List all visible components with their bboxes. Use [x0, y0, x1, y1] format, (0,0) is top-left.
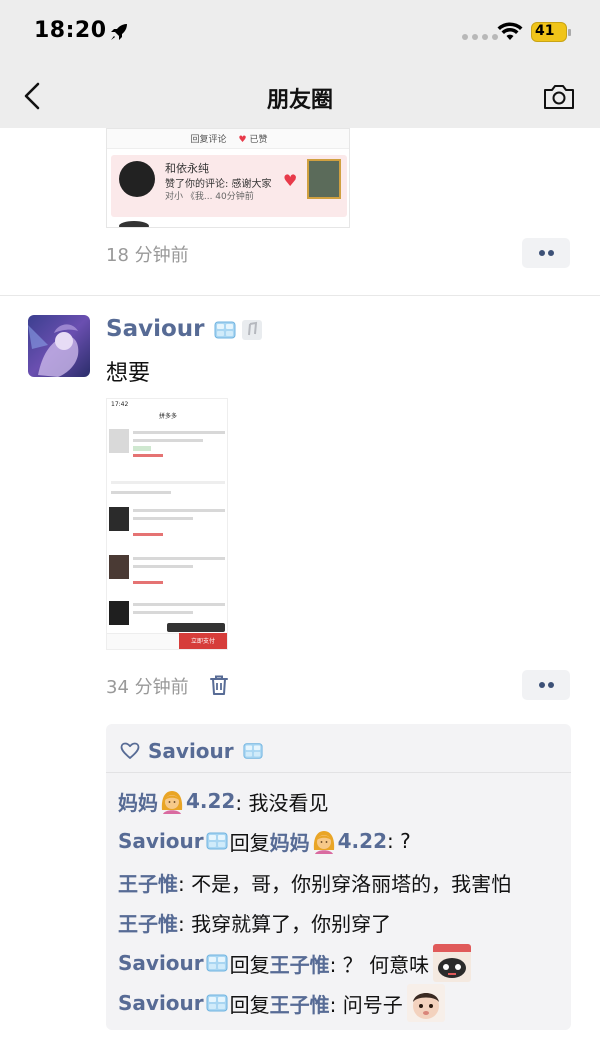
heart-outline-icon [120, 742, 140, 759]
image-text-line [133, 517, 193, 520]
image-status-row: 17:42 [111, 401, 129, 408]
image-tooltip [167, 623, 225, 632]
comment-text: : ？ 何意味 [329, 952, 430, 977]
image-text-line [111, 491, 171, 494]
comment-item[interactable]: 王子惟 : 不是，哥，你别穿洛丽塔的，我害怕 [118, 867, 511, 897]
comment-text: : 我穿就算了，你别穿了 [178, 911, 392, 936]
image-text-line [133, 603, 225, 606]
image-text-line [133, 611, 193, 614]
post-time: 34 分钟前 [106, 677, 189, 698]
comment-text: : 不是，哥，你别穿洛丽塔的，我害怕 [178, 871, 512, 896]
like-user-name[interactable]: Saviour [148, 739, 234, 763]
ice-cube-icon [206, 832, 228, 850]
reply-word: 回复 [229, 952, 270, 977]
wifi-icon [497, 22, 523, 40]
comment-text: : ? [387, 829, 411, 853]
image-divider [111, 481, 225, 484]
likes-divider [106, 772, 571, 773]
battery-indicator: 41 [531, 22, 571, 42]
trash-icon[interactable] [208, 674, 230, 696]
screenshot-commenter-name: 和依永纯 [165, 162, 209, 175]
comment-author[interactable]: Saviour [118, 991, 204, 1015]
rocket-icon [111, 24, 127, 40]
likes-row: Saviour [120, 738, 264, 764]
camera-icon[interactable] [542, 82, 576, 112]
screenshot-heart-icon: ♥ [283, 171, 298, 190]
reply-target-suffix: 4.22 [337, 829, 387, 853]
comment-author[interactable]: Saviour [118, 829, 204, 853]
page-title: 朋友圈 [266, 88, 333, 113]
cellular-signal-icon [462, 34, 498, 40]
nav-bar: 朋友圈 [0, 64, 600, 128]
woman-emoji-icon [161, 791, 183, 814]
image-product-thumb [109, 601, 129, 625]
screenshot-reply-label: 回复评论 [190, 135, 227, 145]
ice-cube-icon [206, 994, 228, 1012]
image-product-thumb [109, 429, 129, 453]
comment-text: : 我没看见 [235, 790, 329, 815]
comment-item[interactable]: Saviour 回复 王子惟 : 问号子 [118, 984, 445, 1022]
comment-author[interactable]: 王子惟 [118, 868, 178, 897]
post-image[interactable]: 17:42 拼多多 立即支付 [106, 398, 228, 650]
image-price-line [133, 533, 163, 536]
comment-item[interactable]: 妈妈 4.22 : 我没看见 [118, 786, 328, 816]
status-bar: 18:20 41 [0, 0, 600, 64]
sticker-image[interactable] [433, 944, 472, 982]
battery-level: 41 [535, 23, 555, 39]
woman-emoji-icon [313, 831, 334, 854]
reply-word: 回复 [229, 992, 270, 1017]
image-price-line [133, 454, 163, 457]
screenshot-comment-text: 赞了你的评论: 感谢大家 [165, 179, 272, 190]
image-text-line [133, 565, 193, 568]
sticker-image[interactable] [406, 984, 445, 1022]
reply-word: 回复 [229, 830, 270, 855]
avatar[interactable] [28, 315, 90, 377]
screenshot-avatar [119, 161, 155, 197]
post-divider [0, 295, 600, 296]
music-badge-icon[interactable] [242, 320, 262, 340]
comment-author-suffix: 4.22 [186, 789, 236, 813]
screenshot-next-avatar [119, 221, 149, 227]
reply-target[interactable]: 王子惟 [270, 949, 330, 978]
ice-cube-icon [243, 743, 263, 759]
reply-target[interactable]: 妈妈 [270, 827, 310, 856]
previous-post-time: 18 分钟前 [106, 245, 189, 266]
screenshot-action-row: 回复评论 ♥ 已赞 [107, 129, 349, 149]
screenshot-thumbnail [307, 159, 341, 199]
post-text: 想要 [106, 361, 151, 386]
comment-text: : 问号子 [329, 992, 403, 1017]
post-more-button[interactable] [522, 670, 570, 700]
comment-author[interactable]: 妈妈 [118, 787, 158, 816]
image-product-thumb [109, 507, 129, 531]
comment-item[interactable]: Saviour 回复 妈妈 4.22 : ? [118, 826, 411, 856]
image-product-thumb [109, 555, 129, 579]
reply-target[interactable]: 王子惟 [270, 989, 330, 1018]
post-author[interactable]: Saviour [106, 316, 237, 342]
comment-item[interactable]: Saviour 回复 王子惟 : ？ 何意味 [118, 944, 472, 982]
image-price-line [133, 581, 163, 584]
image-text-line [133, 439, 203, 442]
image-text-line [133, 431, 225, 434]
image-text-line [133, 557, 225, 560]
comment-item[interactable]: 王子惟 : 我穿就算了，你别穿了 [118, 907, 391, 937]
image-tag [133, 446, 151, 451]
image-store-title: 拼多多 [158, 413, 177, 420]
previous-post-image[interactable]: 回复评论 ♥ 已赞 和依永纯 赞了你的评论: 感谢大家 对小 《我... 40分… [106, 128, 350, 228]
image-buy-button: 立即支付 [179, 633, 227, 649]
comment-author[interactable]: Saviour [118, 951, 204, 975]
screenshot-liked-label: ♥ 已赞 [238, 135, 268, 145]
comment-section: Saviour 妈妈 4.22 : 我没看见 Saviour 回复 妈妈 4.2… [106, 724, 571, 1030]
screenshot-quote-line: 对小 《我... 40分钟前 [165, 192, 254, 202]
status-time: 18:20 [34, 18, 107, 43]
image-text-line [133, 509, 225, 512]
comment-author[interactable]: 王子惟 [118, 908, 178, 937]
ice-cube-icon [206, 954, 228, 972]
ice-cube-icon [214, 321, 235, 338]
previous-post-more-button[interactable] [522, 238, 570, 268]
